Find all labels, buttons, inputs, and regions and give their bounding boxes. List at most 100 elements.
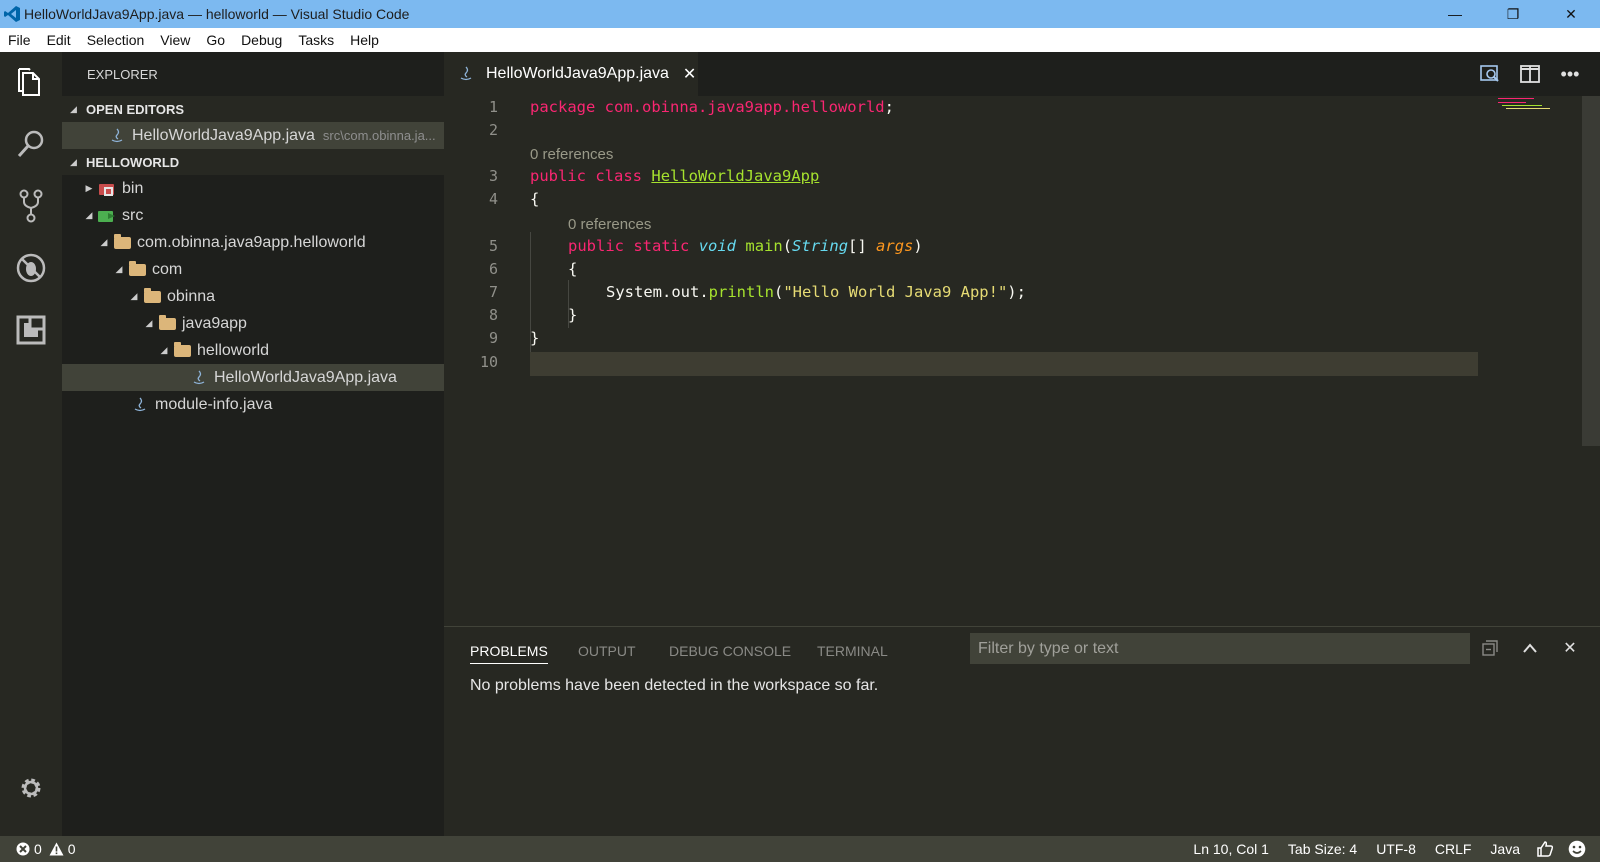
- tree-item-java-file[interactable]: HelloWorldJava9App.java: [62, 364, 444, 391]
- more-actions-icon[interactable]: •••: [1550, 64, 1590, 85]
- open-editor-item[interactable]: HelloWorldJava9App.java src\com.obinna.j…: [62, 122, 444, 149]
- window-title: HelloWorldJava9App.java — helloworld — V…: [24, 6, 410, 22]
- extensions-icon[interactable]: [0, 300, 62, 360]
- problems-filter-input[interactable]: Filter by type or text: [970, 633, 1470, 664]
- editor-scrollbar[interactable]: [1582, 96, 1600, 446]
- code-line-1: package com.obinna.java9app.helloworld;: [530, 98, 894, 116]
- menu-edit[interactable]: Edit: [47, 32, 71, 48]
- explorer-icon[interactable]: [0, 52, 62, 112]
- bin-folder-icon: [96, 181, 118, 197]
- open-editor-path: src\com.obinna.ja...: [322, 128, 436, 143]
- tree-item-label: obinna: [167, 287, 216, 305]
- line-number: 9: [488, 329, 498, 347]
- code-line-4: {: [530, 190, 540, 208]
- error-count: 0: [34, 841, 42, 857]
- menu-debug[interactable]: Debug: [241, 32, 282, 48]
- tab-size[interactable]: Tab Size: 4: [1288, 841, 1357, 857]
- close-panel-icon[interactable]: ✕: [1550, 635, 1590, 661]
- line-number: 3: [488, 167, 498, 185]
- expanded-caret-icon: ◢: [145, 318, 153, 328]
- tree-item-package[interactable]: ◢ com.obinna.java9app.helloworld: [62, 229, 444, 256]
- java-file-icon: [129, 397, 151, 413]
- cursor-position[interactable]: Ln 10, Col 1: [1193, 841, 1269, 857]
- close-tab-icon[interactable]: ✕: [683, 64, 696, 84]
- warning-icon: [49, 842, 64, 856]
- tab-output[interactable]: OUTPUT: [578, 643, 636, 659]
- line-number: 1: [488, 98, 498, 116]
- maximize-panel-icon[interactable]: [1510, 635, 1550, 661]
- editor-tab-bar: HelloWorldJava9App.java ✕ •••: [444, 52, 1600, 96]
- editor-tab[interactable]: HelloWorldJava9App.java ✕: [444, 52, 698, 96]
- minimize-button[interactable]: —: [1426, 0, 1484, 28]
- source-control-icon[interactable]: [0, 176, 62, 236]
- tree-item-label: src: [122, 206, 144, 224]
- language-mode[interactable]: Java: [1490, 841, 1520, 857]
- folder-open-icon: [141, 287, 163, 305]
- code-line-9: }: [530, 329, 540, 347]
- bottom-panel: PROBLEMS OUTPUT DEBUG CONSOLE TERMINAL F…: [444, 626, 1600, 836]
- encoding[interactable]: UTF-8: [1376, 841, 1416, 857]
- tree-item-helloworld[interactable]: ◢ helloworld: [62, 337, 444, 364]
- open-editors-section[interactable]: ◢ OPEN EDITORS: [62, 96, 444, 122]
- line-number: 5: [488, 237, 498, 255]
- debug-icon[interactable]: [0, 238, 62, 298]
- current-line-highlight: [530, 352, 1478, 376]
- expanded-caret-icon: ◢: [115, 264, 123, 274]
- problems-summary[interactable]: 0 0: [16, 841, 76, 857]
- close-window-button[interactable]: ✕: [1542, 0, 1600, 28]
- open-preview-icon[interactable]: [1470, 65, 1510, 83]
- menu-help[interactable]: Help: [350, 32, 379, 48]
- error-icon: [16, 842, 30, 856]
- tree-item-module-info[interactable]: module-info.java: [62, 391, 444, 418]
- minimap[interactable]: [1488, 96, 1566, 116]
- split-editor-icon[interactable]: [1510, 65, 1550, 83]
- tree-item-label: java9app: [182, 314, 247, 332]
- tree-item-com[interactable]: ◢ com: [62, 256, 444, 283]
- problems-message: No problems have been detected in the wo…: [470, 677, 879, 694]
- expanded-caret-icon: ◢: [100, 237, 108, 247]
- tree-item-java9app[interactable]: ◢ java9app: [62, 310, 444, 337]
- tab-terminal[interactable]: TERMINAL: [817, 643, 888, 659]
- folder-open-icon: [111, 233, 133, 251]
- code-line-3: public class HelloWorldJava9App: [530, 167, 820, 185]
- menu-file[interactable]: File: [8, 32, 31, 48]
- line-number: 8: [488, 306, 498, 324]
- line-number: 6: [488, 260, 498, 278]
- menu-go[interactable]: Go: [206, 32, 225, 48]
- java-file-icon: [188, 370, 210, 386]
- line-number: 2: [488, 121, 498, 139]
- tree-item-label: com.obinna.java9app.helloworld: [137, 233, 366, 251]
- menu-view[interactable]: View: [160, 32, 190, 48]
- status-bar: 0 0 Ln 10, Col 1 Tab Size: 4 UTF-8 CRLF …: [0, 836, 1600, 862]
- tree-item-bin[interactable]: ▶ bin: [62, 175, 444, 202]
- tree-item-label: HelloWorldJava9App.java: [214, 368, 397, 386]
- code-line-8: }: [568, 306, 578, 324]
- line-number: 10: [479, 353, 498, 371]
- tree-item-label: helloworld: [197, 341, 270, 359]
- thumbs-up-icon[interactable]: [1536, 840, 1554, 858]
- code-editor[interactable]: 1 2 3 4 5 6 7 8 9 10 package com.obinna.…: [444, 96, 1600, 626]
- feedback-smiley-icon[interactable]: [1568, 840, 1586, 858]
- tree-item-src[interactable]: ◢ src: [62, 202, 444, 229]
- expanded-caret-icon: ◢: [130, 291, 138, 301]
- collapse-all-icon[interactable]: [1470, 635, 1510, 661]
- menu-tasks[interactable]: Tasks: [298, 32, 334, 48]
- folder-open-icon: [156, 314, 178, 332]
- code-lens-references[interactable]: 0 references: [568, 216, 651, 233]
- expanded-caret-icon: ◢: [70, 156, 77, 167]
- line-ending[interactable]: CRLF: [1435, 841, 1472, 857]
- search-icon[interactable]: [0, 114, 62, 174]
- src-folder-icon: [96, 208, 118, 224]
- menu-selection[interactable]: Selection: [87, 32, 145, 48]
- tab-debug-console[interactable]: DEBUG CONSOLE: [669, 643, 791, 659]
- line-number: 4: [488, 190, 498, 208]
- restore-button[interactable]: ❐: [1484, 0, 1542, 28]
- gear-icon[interactable]: [0, 758, 62, 818]
- code-line-5: public static void main(String[] args): [568, 237, 923, 255]
- menu-bar: File Edit Selection View Go Debug Tasks …: [0, 28, 1600, 52]
- expanded-caret-icon: ◢: [160, 345, 168, 355]
- workspace-section[interactable]: ◢ HELLOWORLD: [62, 149, 444, 175]
- code-lens-references[interactable]: 0 references: [530, 146, 613, 163]
- tree-item-obinna[interactable]: ◢ obinna: [62, 283, 444, 310]
- tab-problems[interactable]: PROBLEMS: [470, 643, 548, 664]
